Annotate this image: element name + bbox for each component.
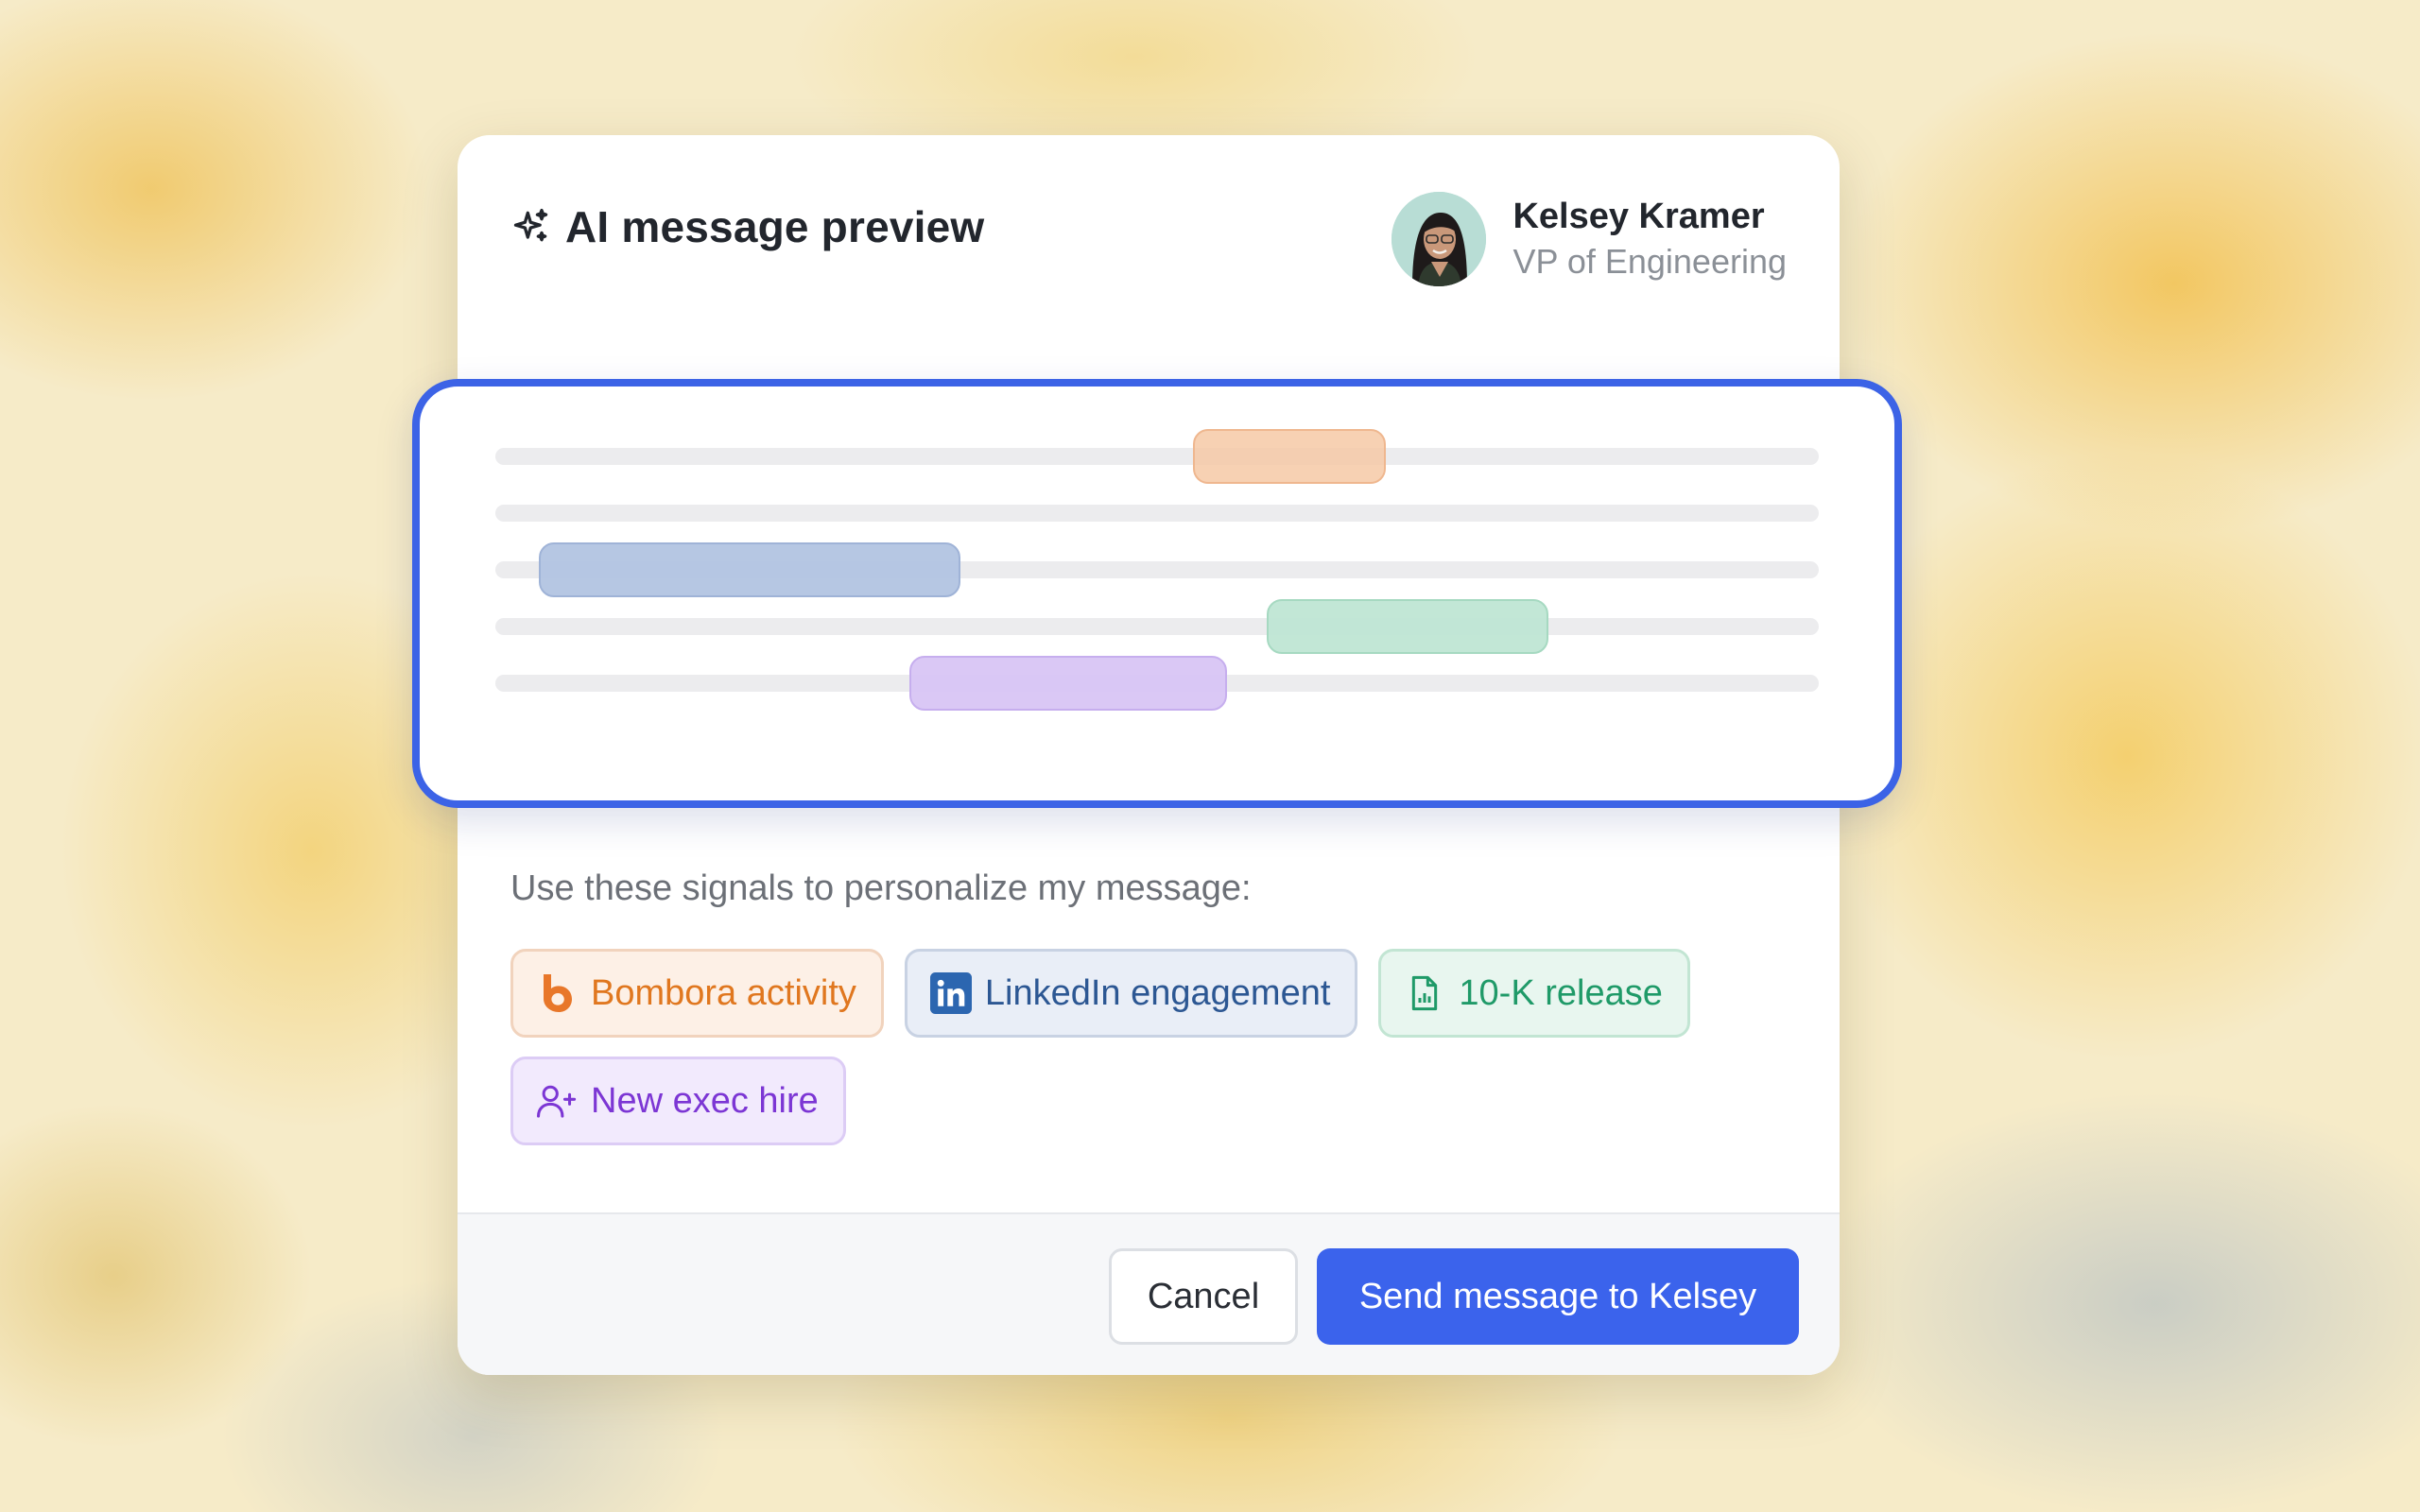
linkedin-icon	[929, 972, 972, 1014]
message-line-placeholder	[495, 505, 1819, 522]
signal-chip-label: Bombora activity	[591, 972, 856, 1013]
dialog-header: AI message preview Kelsey Kramer VP of E…	[510, 192, 1787, 296]
send-message-button[interactable]: Send message to Kelsey	[1317, 1248, 1799, 1345]
recipient-details: Kelsey Kramer VP of Engineering	[1512, 194, 1787, 284]
recipient-profile: Kelsey Kramer VP of Engineering	[1392, 192, 1787, 286]
dialog-title-group: AI message preview	[510, 201, 984, 252]
bombora-logo-icon	[536, 972, 578, 1014]
signal-chip-linkedin[interactable]: LinkedIn engagement	[904, 949, 1358, 1038]
sparkle-icon	[513, 208, 548, 242]
document-chart-icon	[1404, 972, 1445, 1014]
signal-chip-new-exec-hire[interactable]: New exec hire	[510, 1057, 846, 1145]
cancel-button[interactable]: Cancel	[1109, 1248, 1298, 1345]
signals-label: Use these signals to personalize my mess…	[510, 868, 1252, 908]
recipient-role: VP of Engineering	[1512, 242, 1787, 281]
signal-chip-10k-release[interactable]: 10-K release	[1378, 949, 1690, 1038]
message-line-placeholder	[495, 448, 1819, 465]
highlight-linkedin	[539, 542, 960, 597]
recipient-name: Kelsey Kramer	[1512, 197, 1765, 236]
dialog-title: AI message preview	[565, 202, 985, 251]
avatar	[1392, 192, 1487, 286]
signals-section: Use these signals to personalize my mess…	[510, 868, 1787, 1145]
dialog-footer: Cancel Send message to Kelsey	[458, 1212, 1840, 1375]
message-preview-panel	[412, 379, 1902, 808]
highlight-10k	[1267, 599, 1548, 654]
signal-chip-bombora[interactable]: Bombora activity	[510, 949, 884, 1038]
signal-chips: Bombora activity LinkedIn engagement 10-…	[510, 949, 1777, 1145]
user-plus-icon	[536, 1080, 578, 1122]
signal-chip-label: 10-K release	[1459, 972, 1663, 1013]
signal-chip-label: New exec hire	[591, 1080, 819, 1121]
highlight-exec-hire	[909, 656, 1227, 711]
message-line-placeholder	[495, 618, 1819, 635]
signal-chip-label: LinkedIn engagement	[984, 972, 1331, 1013]
highlight-bombora	[1193, 429, 1386, 484]
